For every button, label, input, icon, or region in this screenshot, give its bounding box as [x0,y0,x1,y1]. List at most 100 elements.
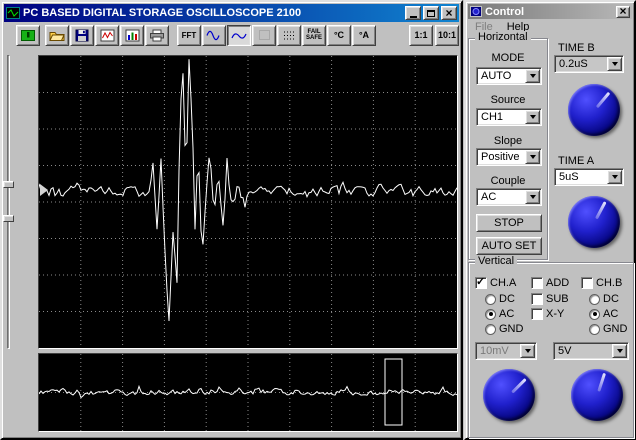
time-b-value: 0.2uS [559,58,588,70]
blank-icon [258,30,270,40]
cha-gnd-radio[interactable] [485,323,496,335]
probe-1x-button[interactable]: 1:1 [409,24,433,46]
volts-b-value: 5V [558,345,572,357]
couple-dropdown-arrow-icon[interactable] [525,190,540,204]
cha-checkbox[interactable] [475,275,487,289]
fft-button[interactable]: FFT [177,24,201,46]
main-scope-display[interactable] [38,55,458,349]
open-folder-icon [49,31,65,41]
minimize-button[interactable] [405,6,421,20]
cha-dc-label: DC [499,293,515,305]
main-waveform [39,56,457,348]
save-file-button[interactable] [70,24,94,46]
dotted-lines-icon [283,31,295,39]
cha-gnd-row: GND [485,323,523,335]
vertical-position-slider[interactable] [2,55,15,349]
volts-b-select[interactable]: 5V [553,342,629,360]
slope-select[interactable]: Positive [476,148,542,166]
disabled-display-button [252,24,276,46]
knob-pointer [595,91,610,108]
couple-select[interactable]: AC [476,188,542,206]
chb-gnd-label: GND [603,323,628,335]
mode-select[interactable]: AUTO [476,67,542,85]
export-chart-button[interactable] [120,24,144,46]
coupling-c-button[interactable]: °C [327,24,351,46]
sine-wave-icon [206,30,220,40]
time-a-knob[interactable] [568,196,620,248]
export-waveform-button[interactable] [95,24,119,46]
fail-safe-label: FAIL SAFE [305,29,322,41]
volts-a-select[interactable]: 10mV [475,342,537,360]
cha-dc-radio[interactable] [485,293,496,305]
main-titlebar[interactable]: PC BASED DIGITAL STORAGE OSCILLOSCOPE 21… [4,4,459,22]
slope-label: Slope [493,135,523,147]
slider-track[interactable] [7,55,10,349]
cha-dc-row: DC [485,293,515,305]
couple-value: AC [481,191,497,203]
chb-label: CH.B [596,277,623,289]
chb-dc-radio[interactable] [589,293,600,305]
time-a-dropdown-arrow-icon[interactable] [607,170,622,184]
fail-safe-button[interactable]: FAIL SAFE [302,24,326,46]
volts-b-knob[interactable] [571,369,623,421]
cha-ac-radio[interactable] [485,308,496,320]
open-file-button[interactable] [45,24,69,46]
time-b-select[interactable]: 0.2uS [554,55,624,73]
oscilloscope-window: PC BASED DIGITAL STORAGE OSCILLOSCOPE 21… [0,0,463,440]
chb-ac-label: AC [603,308,619,320]
slope-value: Positive [481,151,520,163]
time-b-knob[interactable] [568,84,620,136]
maximize-button[interactable] [423,6,439,20]
source-label: Source [490,94,526,106]
overview-scope-display[interactable] [38,353,458,432]
vertical-group-label: Vertical [475,255,518,267]
close-icon [445,7,452,20]
cha-ac-label: AC [499,308,515,320]
time-a-select[interactable]: 5uS [554,168,624,186]
dotted-display-button[interactable] [277,24,301,46]
mode-label: MODE [491,52,525,64]
control-close-icon [619,5,626,18]
smooth-wave-icon [231,32,247,39]
cha-label: CH.A [490,277,517,289]
volts-a-knob[interactable] [483,369,535,421]
coupling-c-label: °C [333,30,345,40]
add-checkbox[interactable] [531,277,543,289]
volts-b-dropdown-arrow-icon[interactable] [612,344,627,358]
time-b-dropdown-arrow-icon[interactable] [607,57,622,71]
source-dropdown-arrow-icon[interactable] [525,110,540,124]
volts-a-value: 10mV [480,345,509,357]
volts-a-dropdown-arrow-icon[interactable] [520,344,535,358]
control-close-button[interactable] [616,5,630,18]
auto-set-button[interactable]: AUTO SET [476,237,542,255]
interpolation-button[interactable] [227,24,251,46]
knob-pointer [594,200,607,220]
chb-ac-radio[interactable] [589,308,600,320]
chb-gnd-radio[interactable] [589,323,600,335]
run-acquire-button[interactable] [16,24,40,46]
knob-pointer [510,377,527,394]
slider-thumb-b[interactable] [3,215,14,222]
chb-checkbox[interactable] [581,277,593,289]
waveform-mode-button[interactable] [202,24,226,46]
slope-dropdown-arrow-icon[interactable] [525,150,540,164]
coupling-a-button[interactable]: °A [352,24,376,46]
cha-gnd-label: GND [499,323,524,335]
xy-checkbox[interactable] [531,308,543,320]
stop-button[interactable]: STOP [476,214,542,232]
slider-thumb-a[interactable] [3,181,14,188]
sub-checkbox[interactable] [531,293,543,305]
chb-ac-row: AC [589,308,618,320]
control-titlebar[interactable]: Control [468,4,632,19]
horizontal-group: Horizontal MODE AUTO Source CH1 Slope Po… [468,31,548,260]
couple-label: Couple [490,175,526,187]
source-select[interactable]: CH1 [476,108,542,126]
maximize-icon [427,9,435,17]
minimize-icon [409,15,417,18]
probe-10x-button[interactable]: 10:1 [435,24,459,46]
fft-label: FFT [181,30,197,40]
mode-dropdown-arrow-icon[interactable] [525,69,540,83]
close-button[interactable] [441,6,457,20]
print-button[interactable] [145,24,169,46]
toolbar: FFT FAIL SAFE °C °A 1:1 10:1 [4,23,459,47]
